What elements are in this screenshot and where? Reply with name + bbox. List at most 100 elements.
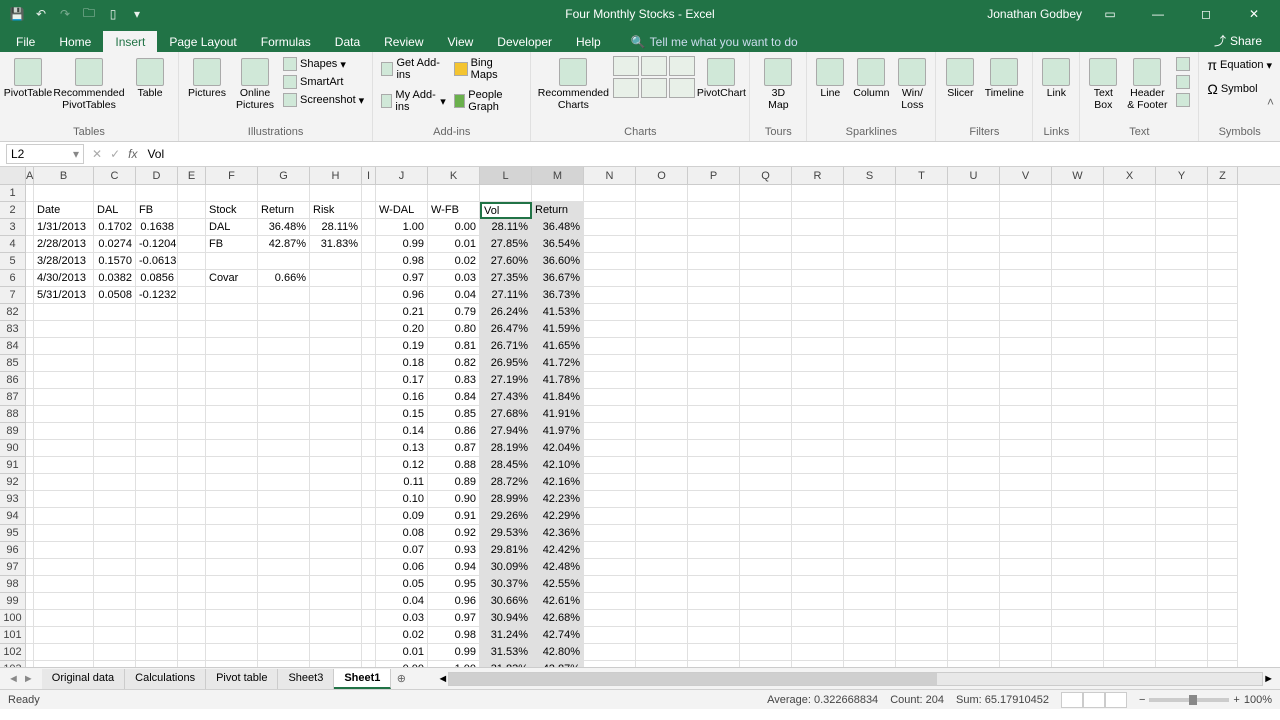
cell[interactable] bbox=[1208, 508, 1238, 525]
zoom-in-icon[interactable]: + bbox=[1233, 694, 1239, 706]
cell[interactable] bbox=[258, 627, 310, 644]
bing-maps-button[interactable]: Bing Maps bbox=[452, 56, 525, 82]
cell[interactable]: 42.29% bbox=[532, 508, 584, 525]
cell[interactable] bbox=[178, 559, 206, 576]
row-header[interactable]: 7 bbox=[0, 287, 26, 304]
cell[interactable]: 0.89 bbox=[428, 474, 480, 491]
cell[interactable]: 36.48% bbox=[258, 219, 310, 236]
cell[interactable] bbox=[206, 542, 258, 559]
cell[interactable]: 28.19% bbox=[480, 440, 532, 457]
cell[interactable] bbox=[584, 253, 636, 270]
cell[interactable] bbox=[1000, 338, 1052, 355]
cell[interactable] bbox=[310, 185, 362, 202]
cell[interactable] bbox=[740, 576, 792, 593]
cell[interactable]: 27.85% bbox=[480, 236, 532, 253]
cell[interactable] bbox=[1052, 270, 1104, 287]
cell[interactable] bbox=[584, 559, 636, 576]
cell[interactable] bbox=[26, 542, 34, 559]
cell[interactable] bbox=[636, 474, 688, 491]
cell[interactable] bbox=[948, 627, 1000, 644]
pivotchart-button[interactable]: PivotChart bbox=[699, 56, 743, 102]
cell[interactable]: 30.66% bbox=[480, 593, 532, 610]
cell[interactable]: 0.95 bbox=[428, 576, 480, 593]
cell[interactable]: 0.09 bbox=[376, 508, 428, 525]
cell[interactable]: 31.83% bbox=[480, 661, 532, 667]
cell[interactable] bbox=[844, 321, 896, 338]
spreadsheet-grid[interactable]: ABCDEFGHIJKLMNOPQRSTUVWXYZ 12DateDALFBSt… bbox=[0, 167, 1280, 667]
cell[interactable] bbox=[896, 491, 948, 508]
col-header-D[interactable]: D bbox=[136, 167, 178, 184]
cell[interactable] bbox=[1156, 661, 1208, 667]
cell[interactable]: 41.91% bbox=[532, 406, 584, 423]
cell[interactable] bbox=[948, 270, 1000, 287]
cell[interactable] bbox=[896, 593, 948, 610]
cell[interactable] bbox=[310, 372, 362, 389]
cell[interactable] bbox=[792, 236, 844, 253]
cell[interactable] bbox=[792, 508, 844, 525]
cell[interactable]: 0.94 bbox=[428, 559, 480, 576]
cell[interactable] bbox=[178, 491, 206, 508]
cell[interactable] bbox=[1156, 542, 1208, 559]
col-header-O[interactable]: O bbox=[636, 167, 688, 184]
cell[interactable] bbox=[844, 593, 896, 610]
qat-more-icon[interactable]: ▾ bbox=[128, 5, 146, 23]
cell[interactable] bbox=[1208, 440, 1238, 457]
cell[interactable] bbox=[26, 253, 34, 270]
cell[interactable] bbox=[948, 202, 1000, 219]
cell[interactable] bbox=[1156, 457, 1208, 474]
tab-developer[interactable]: Developer bbox=[485, 31, 564, 52]
cell[interactable]: 36.73% bbox=[532, 287, 584, 304]
cell[interactable] bbox=[258, 593, 310, 610]
cell[interactable]: 42.55% bbox=[532, 576, 584, 593]
cell[interactable] bbox=[636, 355, 688, 372]
cell[interactable] bbox=[1208, 491, 1238, 508]
cell[interactable] bbox=[792, 457, 844, 474]
pivottable-button[interactable]: PivotTable bbox=[6, 56, 50, 102]
cell[interactable]: -0.0613 bbox=[136, 253, 178, 270]
recommended-pivottables-button[interactable]: Recommended PivotTables bbox=[54, 56, 124, 113]
cell[interactable] bbox=[1052, 287, 1104, 304]
ribbon-options-icon[interactable]: ▭ bbox=[1090, 0, 1130, 28]
cell[interactable]: 0.82 bbox=[428, 355, 480, 372]
cell[interactable]: FB bbox=[136, 202, 178, 219]
cell[interactable] bbox=[740, 236, 792, 253]
cell[interactable] bbox=[34, 423, 94, 440]
cell[interactable] bbox=[94, 610, 136, 627]
cell[interactable] bbox=[948, 644, 1000, 661]
cell[interactable]: 0.98 bbox=[376, 253, 428, 270]
cell[interactable] bbox=[896, 576, 948, 593]
cell[interactable] bbox=[740, 474, 792, 491]
cell[interactable] bbox=[1104, 389, 1156, 406]
cell[interactable]: DAL bbox=[94, 202, 136, 219]
cell[interactable] bbox=[948, 610, 1000, 627]
cell[interactable] bbox=[636, 508, 688, 525]
row-header[interactable]: 93 bbox=[0, 491, 26, 508]
col-header-E[interactable]: E bbox=[178, 167, 206, 184]
cell[interactable]: 0.97 bbox=[376, 270, 428, 287]
cell[interactable] bbox=[896, 661, 948, 667]
cell[interactable] bbox=[740, 542, 792, 559]
cell[interactable] bbox=[1156, 355, 1208, 372]
view-pagelayout-icon[interactable] bbox=[1083, 692, 1105, 708]
cell[interactable] bbox=[206, 423, 258, 440]
cell[interactable]: 4/30/2013 bbox=[34, 270, 94, 287]
cell[interactable] bbox=[948, 474, 1000, 491]
cell[interactable] bbox=[310, 406, 362, 423]
cell[interactable]: 28.11% bbox=[310, 219, 362, 236]
cell[interactable]: 36.60% bbox=[532, 253, 584, 270]
cell[interactable] bbox=[258, 372, 310, 389]
cell[interactable] bbox=[136, 610, 178, 627]
cell[interactable] bbox=[896, 236, 948, 253]
cell[interactable]: 0.96 bbox=[376, 287, 428, 304]
add-sheet-icon[interactable]: ⊕ bbox=[391, 672, 411, 685]
cell[interactable] bbox=[636, 389, 688, 406]
cell[interactable] bbox=[844, 576, 896, 593]
cell[interactable] bbox=[688, 610, 740, 627]
cell[interactable] bbox=[688, 491, 740, 508]
cell[interactable]: 0.04 bbox=[376, 593, 428, 610]
cell[interactable] bbox=[1000, 593, 1052, 610]
cell[interactable] bbox=[34, 389, 94, 406]
cell[interactable] bbox=[1000, 525, 1052, 542]
cell[interactable] bbox=[362, 559, 376, 576]
cell[interactable] bbox=[1052, 559, 1104, 576]
